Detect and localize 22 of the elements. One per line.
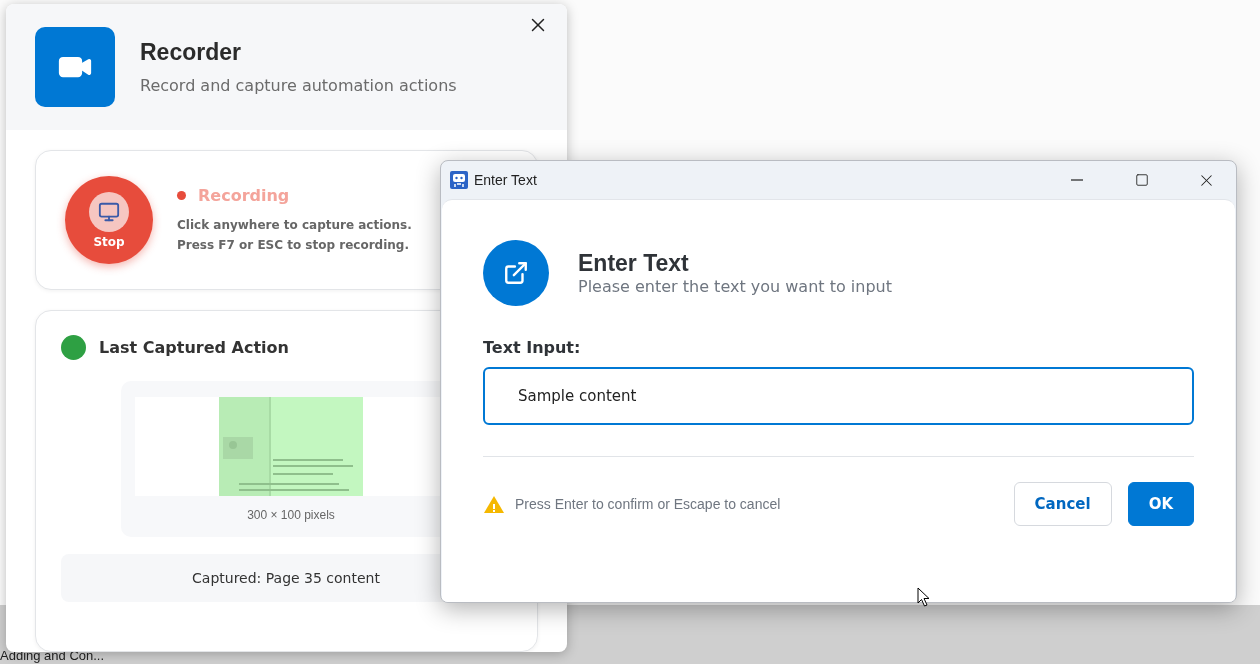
field-label: Text Input:: [483, 338, 582, 357]
stop-button[interactable]: Stop: [65, 176, 153, 264]
instruction-text: Press F7 or ESC to stop recording.: [177, 236, 410, 254]
instruction-text: Click anywhere to capture actions.: [177, 216, 412, 234]
maximize-icon: [1134, 173, 1149, 187]
window-title: Enter Text: [474, 172, 538, 188]
text-input-field[interactable]: Sample content: [483, 367, 1194, 425]
dialog-heading: Enter Text: [578, 250, 690, 277]
ok-button[interactable]: OK: [1127, 482, 1194, 526]
minimize-icon: [1070, 179, 1083, 181]
warning-icon: [483, 494, 505, 514]
monitor-icon: [98, 200, 120, 223]
dialog-subheading: Please enter the text you want to input: [578, 277, 892, 296]
video-camera-icon: [35, 27, 115, 107]
hint-text: Press Enter to confirm or Escape to cancel: [515, 496, 782, 512]
panel-title: Recorder: [140, 39, 242, 66]
card-title: Last Captured Action: [99, 338, 289, 357]
cancel-button[interactable]: Cancel: [1013, 482, 1112, 526]
robot-icon: [450, 171, 468, 189]
panel-subtitle: Record and capture automation actions: [140, 76, 457, 95]
preview-caption: 300 × 100 pixels: [247, 508, 335, 522]
status-label: Recording: [198, 185, 290, 205]
